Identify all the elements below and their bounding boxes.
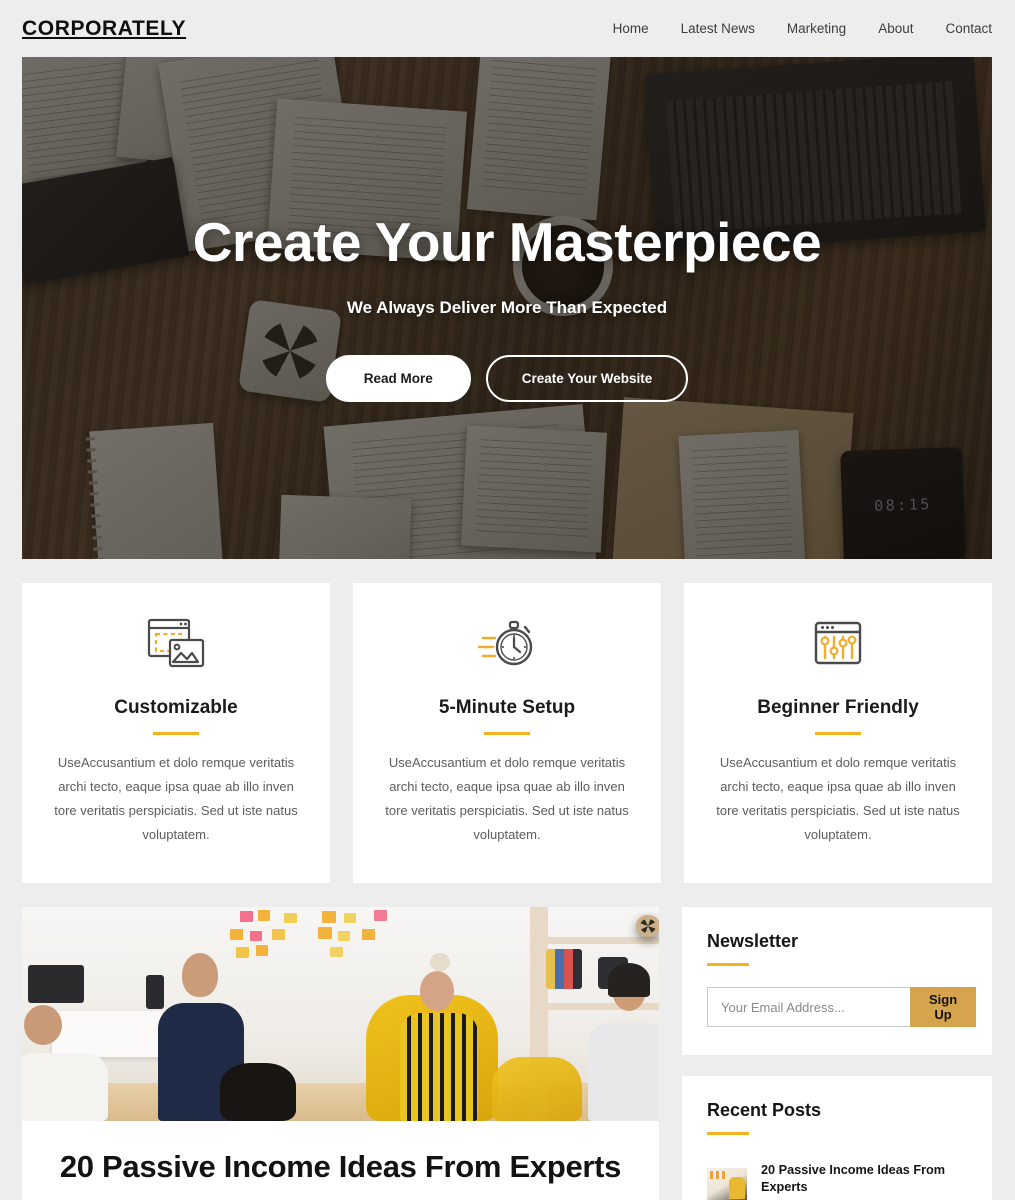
newsletter-title: Newsletter — [707, 931, 799, 952]
content-area: 20 Passive Income Ideas From Experts Nov… — [22, 907, 992, 1200]
desktop-monitor — [28, 965, 84, 1004]
article-featured-image — [22, 907, 659, 1122]
features-section: Customizable UseAccusantium et dolo remq… — [22, 583, 992, 884]
sticky-note — [250, 931, 262, 942]
post-info: 20 Passive Income Ideas From Experts Nov… — [761, 1162, 967, 1200]
sticky-note — [258, 910, 270, 922]
feature-card-beginner-friendly: Beginner Friendly UseAccusantium et dolo… — [684, 583, 992, 884]
accent-underline — [707, 963, 749, 967]
sticky-note — [236, 947, 249, 959]
person-hair — [608, 963, 650, 998]
nav-item-latest-news[interactable]: Latest News — [681, 21, 755, 36]
sidebar: Newsletter Sign Up Recent Posts 20 Passi… — [682, 907, 992, 1200]
newsletter-widget: Newsletter Sign Up — [682, 907, 992, 1056]
feature-description: UseAccusantium et dolo remque veritatis … — [54, 755, 298, 843]
sticky-note — [322, 911, 336, 924]
person-head — [420, 971, 454, 1012]
shelf-board — [546, 1003, 659, 1011]
recent-posts-list: 20 Passive Income Ideas From Experts Nov… — [707, 1153, 967, 1200]
sign-up-button[interactable]: Sign Up — [910, 987, 977, 1028]
accent-underline — [815, 732, 861, 735]
hero-title: Create Your Masterpiece — [192, 210, 822, 273]
feature-card-customizable: Customizable UseAccusantium et dolo remq… — [22, 583, 330, 884]
sticky-note — [318, 927, 332, 940]
sticky-note — [344, 913, 356, 924]
person-head — [182, 953, 218, 998]
accent-underline — [484, 732, 530, 735]
sticky-note — [230, 929, 243, 941]
hero-button-group: Read More Create Your Website — [325, 355, 689, 403]
person-back-hair — [220, 1063, 296, 1122]
email-input[interactable] — [707, 987, 910, 1028]
nav-item-home[interactable]: Home — [613, 21, 649, 36]
post-thumbnail — [707, 1168, 747, 1200]
stopwatch-icon — [379, 613, 635, 675]
create-your-website-button[interactable]: Create Your Website — [485, 355, 689, 403]
yellow-armchair-right — [492, 1057, 582, 1122]
accent-underline — [153, 732, 199, 735]
person-seated-right — [588, 1023, 659, 1122]
person-seated-plaid — [400, 1013, 478, 1122]
sticky-note — [338, 931, 350, 942]
article-title[interactable]: 20 Passive Income Ideas From Experts — [52, 1149, 629, 1185]
person-seated-left — [22, 1053, 108, 1122]
primary-navigation: Home Latest News Marketing About Contact — [613, 21, 992, 36]
feature-title: Customizable — [114, 697, 238, 718]
sticky-note — [330, 947, 343, 958]
feature-title: 5-Minute Setup — [438, 697, 576, 718]
site-header: CORPORATELY Home Latest News Marketing A… — [0, 0, 1015, 57]
hero-content: Create Your Masterpiece We Always Delive… — [22, 57, 992, 559]
nav-item-contact[interactable]: Contact — [945, 21, 992, 36]
sticky-note — [374, 910, 387, 922]
newsletter-form: Sign Up — [707, 987, 977, 1028]
feature-title: Beginner Friendly — [757, 697, 919, 718]
browser-image-placeholder-icon — [48, 613, 304, 675]
browser-sliders-icon — [710, 613, 966, 675]
post-title-link[interactable]: 20 Passive Income Ideas From Experts — [761, 1162, 967, 1195]
feature-description: UseAccusantium et dolo remque veritatis … — [716, 755, 960, 843]
feature-description: UseAccusantium et dolo remque veritatis … — [385, 755, 629, 843]
recent-posts-widget: Recent Posts 20 Passive Income Ideas Fro… — [682, 1076, 992, 1200]
recent-posts-title: Recent Posts — [707, 1100, 822, 1121]
read-more-button[interactable]: Read More — [325, 355, 471, 403]
sticky-note — [272, 929, 285, 941]
shelf-board — [546, 937, 659, 945]
hero-subtitle: We Always Deliver More Than Expected — [346, 298, 668, 318]
hero-section: 08:15 Create Your Masterpiece We Always … — [22, 57, 992, 559]
site-logo[interactable]: CORPORATELY — [22, 17, 186, 41]
shelf-plant — [636, 915, 659, 938]
sticky-note — [256, 945, 268, 957]
sticky-note — [284, 913, 297, 924]
feature-card-5-minute-setup: 5-Minute Setup UseAccusantium et dolo re… — [353, 583, 661, 884]
article-body-wrapper: 20 Passive Income Ideas From Experts Nov… — [22, 1121, 659, 1200]
list-item[interactable]: 20 Passive Income Ideas From Experts Nov… — [707, 1153, 967, 1200]
person-head — [24, 1005, 62, 1046]
sticky-note — [240, 911, 253, 923]
nav-item-marketing[interactable]: Marketing — [787, 21, 846, 36]
computer-tower — [146, 975, 164, 1010]
books-on-shelf — [546, 949, 582, 990]
nav-item-about[interactable]: About — [878, 21, 913, 36]
accent-underline — [707, 1132, 749, 1136]
white-desk — [52, 1011, 172, 1058]
sticky-note — [362, 929, 375, 941]
featured-article: 20 Passive Income Ideas From Experts Nov… — [22, 907, 659, 1200]
